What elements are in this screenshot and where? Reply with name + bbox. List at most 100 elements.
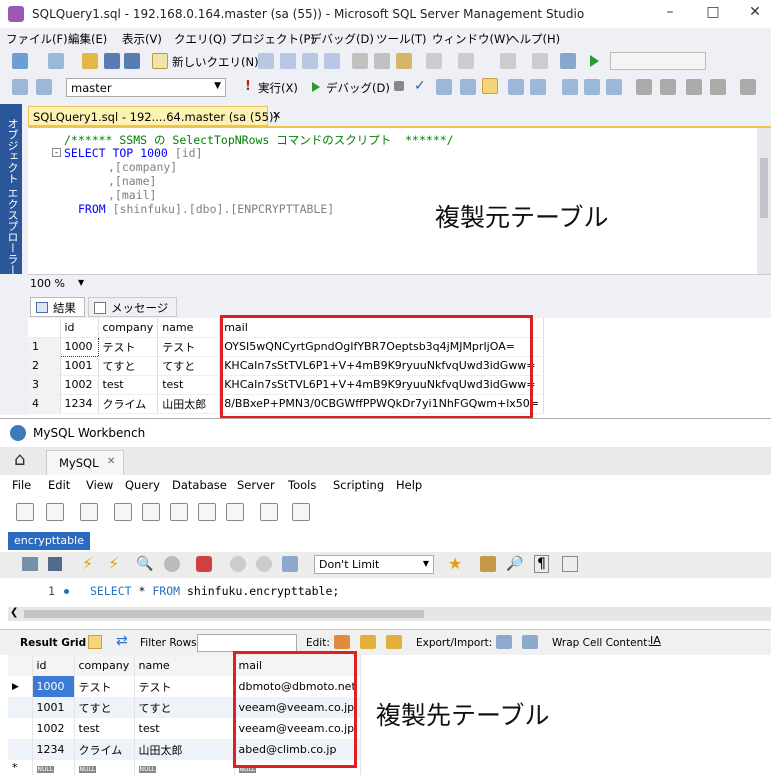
- delete-row-icon[interactable]: [386, 635, 402, 649]
- toolbar-icon-d[interactable]: [324, 53, 340, 69]
- execute-icon[interactable]: !: [245, 79, 251, 94]
- uncomment-icon[interactable]: [660, 79, 676, 95]
- toolbar-icon-n[interactable]: [606, 79, 622, 95]
- cell-id[interactable]: 1002: [32, 718, 75, 739]
- menu-edit[interactable]: 編集(E): [68, 31, 107, 47]
- close-tab-icon[interactable]: ✕: [107, 456, 115, 467]
- start-icon[interactable]: [590, 55, 599, 67]
- column-header-name[interactable]: name: [134, 655, 235, 676]
- object-explorer-icon[interactable]: [12, 79, 28, 95]
- cell-company[interactable]: てすと: [98, 356, 159, 376]
- cell-id[interactable]: 1234: [60, 394, 99, 414]
- cell-id[interactable]: 1001: [32, 697, 75, 718]
- open-sql-script-icon[interactable]: [46, 503, 64, 521]
- change-connection-icon[interactable]: [36, 79, 52, 95]
- back-icon[interactable]: [12, 53, 28, 69]
- wrap-lines-icon[interactable]: [562, 556, 578, 572]
- cell-name[interactable]: てすと: [134, 697, 235, 718]
- debug-icon[interactable]: [312, 82, 320, 92]
- editor-scrollbar-thumb[interactable]: [760, 158, 768, 218]
- insert-row-icon[interactable]: [360, 635, 376, 649]
- find-icon[interactable]: 🔎: [506, 556, 523, 572]
- menu-database[interactable]: Database: [172, 478, 227, 492]
- database-select[interactable]: master ▼: [66, 78, 226, 97]
- autocommit-icon[interactable]: [282, 556, 298, 572]
- editor-tab[interactable]: encrypttable: [8, 532, 90, 550]
- cell-id[interactable]: 1000: [59, 336, 99, 357]
- copy-icon[interactable]: [374, 53, 390, 69]
- menu-window[interactable]: ウィンドウ(W): [432, 31, 510, 47]
- open-folder-icon[interactable]: [82, 53, 98, 69]
- search-table-data-icon[interactable]: [260, 503, 278, 521]
- cell-name[interactable]: テスト: [134, 676, 235, 697]
- menu-tools[interactable]: ツール(T): [376, 31, 427, 47]
- tab-results[interactable]: 結果: [30, 297, 85, 317]
- inspector-icon[interactable]: [80, 503, 98, 521]
- column-header-id[interactable]: id: [32, 655, 75, 676]
- menu-debug[interactable]: デバッグ(D): [310, 31, 374, 47]
- cell-id[interactable]: 1001: [60, 356, 99, 376]
- open-file-icon[interactable]: [22, 557, 38, 571]
- toolbar-icon-i[interactable]: [460, 79, 476, 95]
- reconnect-icon[interactable]: [292, 503, 310, 521]
- cell-company[interactable]: クライム: [98, 394, 159, 414]
- stop-icon[interactable]: [164, 556, 180, 572]
- menu-scripting[interactable]: Scripting: [333, 478, 384, 492]
- commit-icon[interactable]: [230, 556, 246, 572]
- menu-tools[interactable]: Tools: [288, 478, 316, 492]
- cell-name[interactable]: test: [157, 375, 221, 395]
- cell-company[interactable]: テスト: [74, 676, 135, 697]
- column-header-company[interactable]: company: [74, 655, 135, 676]
- solution-config-dropdown[interactable]: [610, 52, 706, 70]
- toolbar-icon-j[interactable]: [508, 79, 524, 95]
- save-icon[interactable]: [48, 557, 62, 571]
- outdent-icon[interactable]: [686, 79, 702, 95]
- stop-icon[interactable]: [394, 81, 404, 91]
- cell-name[interactable]: 山田太郎: [134, 739, 235, 760]
- save-icon[interactable]: [104, 53, 120, 69]
- scroll-left-icon[interactable]: ❮: [10, 607, 18, 618]
- cell-company[interactable]: test: [98, 375, 159, 395]
- export-icon[interactable]: [496, 635, 512, 649]
- toolbar-icon-c[interactable]: [302, 53, 318, 69]
- new-query-button[interactable]: 新しいクエリ(N): [172, 54, 259, 70]
- editor-vertical-scrollbar[interactable]: [757, 128, 771, 274]
- pin-icon[interactable]: ✕: [272, 109, 281, 122]
- grid-view-icon[interactable]: [88, 635, 102, 649]
- results-to-grid-icon[interactable]: [482, 78, 498, 94]
- null-badge-company[interactable]: NULL: [74, 760, 135, 775]
- query-document-tab[interactable]: SQLQuery1.sql - 192....64.master (sa (55…: [28, 106, 278, 126]
- column-header-id[interactable]: id: [60, 318, 99, 338]
- cell-name[interactable]: 山田太郎: [157, 394, 221, 414]
- scrollbar-thumb[interactable]: [24, 610, 424, 618]
- toolbar-icon-b[interactable]: [280, 53, 296, 69]
- menu-file[interactable]: File: [12, 478, 31, 492]
- new-query-icon[interactable]: [152, 53, 168, 69]
- invisible-chars-icon[interactable]: ¶: [534, 555, 549, 573]
- paste-icon[interactable]: [396, 53, 412, 69]
- create-table-icon[interactable]: [142, 503, 160, 521]
- execute-icon[interactable]: ⚡: [82, 554, 93, 573]
- wb-sql-editor[interactable]: 1 SELECT * FROM shinfuku.encrypttable;: [0, 578, 771, 606]
- menu-view[interactable]: View: [86, 478, 113, 492]
- cell-company[interactable]: テスト: [98, 337, 159, 357]
- create-procedure-icon[interactable]: [198, 503, 216, 521]
- edit-row-icon[interactable]: [334, 635, 350, 649]
- toolbar-icon-l[interactable]: [562, 79, 578, 95]
- null-badge-name[interactable]: NULL: [134, 760, 235, 775]
- cell-company[interactable]: クライム: [74, 739, 135, 760]
- wrap-cell-icon[interactable]: IA: [650, 634, 661, 647]
- ssms-query-editor[interactable]: /****** SSMS の SelectTopNRows コマンドのスクリプト…: [28, 126, 771, 274]
- zoom-level[interactable]: 100 %: [30, 277, 65, 290]
- create-schema-icon[interactable]: [114, 503, 132, 521]
- home-icon[interactable]: ⌂: [14, 449, 25, 470]
- cell-company[interactable]: てすと: [74, 697, 135, 718]
- toolbar-icon-a[interactable]: [258, 53, 274, 69]
- toolbar-icon-k[interactable]: [530, 79, 546, 95]
- import-icon[interactable]: [522, 635, 538, 649]
- filter-rows-input[interactable]: [197, 634, 297, 652]
- result-grid-label[interactable]: Result Grid: [20, 637, 86, 649]
- connection-tab[interactable]: MySQL ✕: [46, 450, 124, 475]
- column-header-company[interactable]: company: [98, 318, 159, 338]
- save-all-icon[interactable]: [124, 53, 140, 69]
